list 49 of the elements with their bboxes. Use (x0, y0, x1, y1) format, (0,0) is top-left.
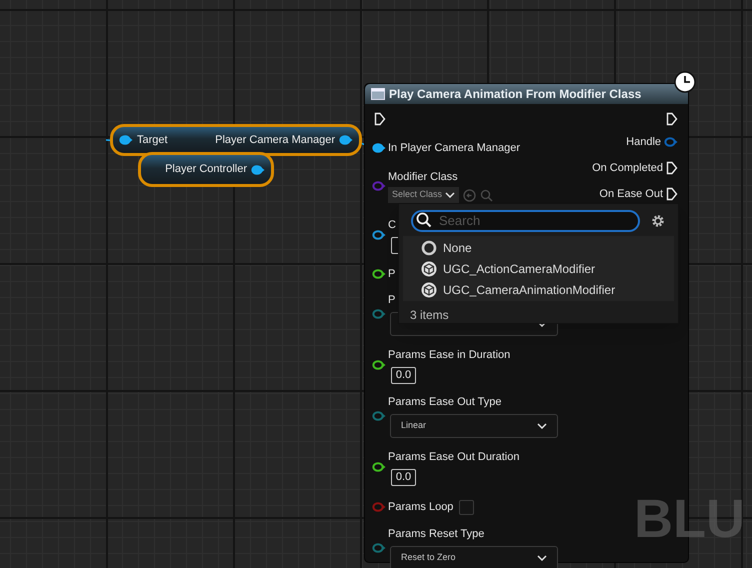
exec-pin-icon[interactable] (666, 112, 678, 126)
node-title: Play Camera Animation From Modifier Class (389, 86, 642, 103)
pin-label: Params Ease Out Duration (388, 450, 520, 464)
cube-icon (421, 260, 437, 276)
pin-label: On Ease Out (599, 186, 663, 202)
pin-label: On Completed (592, 160, 663, 176)
chevron-icon (445, 192, 456, 198)
pin-icon[interactable] (372, 543, 386, 553)
dropdown[interactable]: Reset to Zero (390, 546, 558, 568)
settings-icon[interactable] (650, 213, 666, 229)
pin-label: P (388, 267, 396, 282)
ring-icon (421, 240, 437, 256)
search-icon (416, 212, 432, 228)
pin-label: Params Reset Type (388, 527, 486, 542)
chevron-icon (537, 555, 547, 561)
pin-icon[interactable] (664, 137, 678, 147)
graph-watermark: BLU (634, 492, 745, 546)
pin-label: P (388, 293, 396, 308)
item-count: 3 items (409, 307, 450, 324)
pin-icon[interactable] (372, 411, 386, 421)
class-list-item[interactable]: None (403, 237, 674, 258)
number-field[interactable]: 0.0 (391, 366, 416, 384)
number-field[interactable]: 0.0 (391, 468, 416, 486)
pin-icon[interactable] (372, 143, 386, 153)
pin-icon[interactable] (372, 462, 386, 472)
exec-pin-icon[interactable] (666, 187, 678, 201)
pin-label: Params Ease Out Type (388, 395, 503, 410)
pin-label: Params Ease in Duration (388, 348, 510, 362)
exec-pin-icon[interactable] (374, 112, 386, 126)
checkbox[interactable] (459, 500, 474, 514)
pin-icon[interactable] (372, 269, 386, 279)
cube-icon (421, 282, 437, 298)
pin-label: Params Loop (388, 500, 454, 515)
function-icon (371, 88, 385, 100)
dropdown[interactable]: Linear (390, 414, 558, 438)
pin-label: Modifier Class (388, 170, 459, 185)
pin-icon[interactable] (372, 360, 386, 370)
class-list-item[interactable]: UGC_ActionCameraModifier (403, 258, 674, 279)
pin-label: Handle (626, 134, 661, 150)
chevron-icon (537, 423, 547, 429)
exec-pin-icon[interactable] (666, 161, 678, 175)
search-field[interactable]: Search (411, 210, 640, 232)
pin-label: In Player Camera Manager (388, 141, 520, 156)
pin-label: C (388, 218, 397, 232)
class-select[interactable]: Select Class (388, 187, 460, 203)
clock-icon (674, 71, 696, 93)
pin-icon[interactable] (372, 230, 386, 240)
pin-icon[interactable] (372, 309, 386, 319)
class-list-item[interactable]: UGC_CameraAnimationModifier (403, 279, 674, 300)
